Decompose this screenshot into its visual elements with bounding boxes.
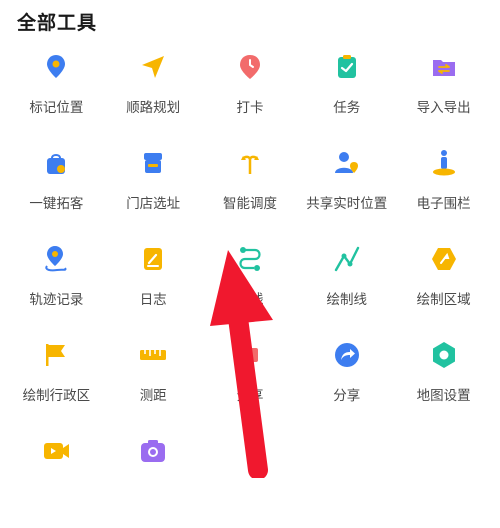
store-icon bbox=[144, 153, 163, 173]
tool-label: 电子围栏 bbox=[416, 196, 471, 212]
tool-label: 绘制线 bbox=[326, 292, 368, 308]
tool-smart-dispatch[interactable]: 智能调度 bbox=[202, 144, 299, 240]
tool-map-settings[interactable]: 地图设置 bbox=[395, 336, 492, 432]
tool-draw-area[interactable]: 绘制区域 bbox=[395, 240, 492, 336]
tool-label: 绘制区域 bbox=[416, 292, 471, 308]
tool-share-realtime-location[interactable]: 共享实时位置 bbox=[298, 144, 395, 240]
tool-acquire-customers[interactable]: 一键拓客 bbox=[8, 144, 105, 240]
tool-route[interactable]: 路线 bbox=[202, 240, 299, 336]
tools-grid: 标记位置 顺路规划 打卡 任务 导入导出 一键拓客 门店选址 智能调度 共享实时… bbox=[8, 48, 492, 528]
task-clipboard-icon bbox=[337, 55, 356, 78]
tool-label: 路线 bbox=[236, 292, 264, 308]
tool-track-record[interactable]: 轨迹记录 bbox=[8, 240, 105, 336]
tool-label: 打卡 bbox=[236, 100, 264, 116]
location-pin-icon bbox=[47, 55, 66, 78]
track-pin-icon bbox=[45, 246, 67, 272]
ruler-icon bbox=[140, 350, 167, 360]
tool-mark-location[interactable]: 标记位置 bbox=[8, 48, 105, 144]
tool-label: 任务 bbox=[333, 100, 361, 116]
map-settings-icon bbox=[432, 342, 455, 368]
tool-label: 智能调度 bbox=[222, 196, 277, 212]
tool-camera[interactable] bbox=[105, 432, 202, 528]
tool-label: 标记位置 bbox=[29, 100, 84, 116]
tool-check-in[interactable]: 打卡 bbox=[202, 48, 299, 144]
dispatch-arrows-icon bbox=[240, 155, 259, 174]
tool-share-partial[interactable]: 分享 bbox=[202, 336, 299, 432]
tool-label: 顺路规划 bbox=[126, 100, 181, 116]
tool-label: 分享 bbox=[333, 388, 361, 404]
draw-line-icon bbox=[334, 246, 359, 272]
log-book-icon bbox=[144, 248, 163, 270]
navigation-arrow-icon bbox=[142, 56, 165, 78]
camera-icon bbox=[141, 440, 166, 462]
share-icon bbox=[249, 348, 258, 362]
tool-draw-line[interactable]: 绘制线 bbox=[298, 240, 395, 336]
tool-label: 轨迹记录 bbox=[29, 292, 84, 308]
tool-label: 一键拓客 bbox=[29, 196, 84, 212]
page-title: 全部工具 bbox=[17, 12, 98, 34]
tool-log[interactable]: 日志 bbox=[105, 240, 202, 336]
clock-pin-icon bbox=[239, 55, 260, 79]
share-arrow-icon bbox=[334, 343, 359, 367]
tool-label: 共享实时位置 bbox=[306, 196, 388, 212]
shopping-bag-icon bbox=[47, 154, 66, 174]
tool-label: 测距 bbox=[139, 388, 167, 404]
share-location-user-icon bbox=[334, 152, 358, 173]
tool-label: 地图设置 bbox=[416, 388, 471, 404]
tool-label: 门店选址 bbox=[126, 196, 181, 212]
tool-geofence[interactable]: 电子围栏 bbox=[395, 144, 492, 240]
geofence-person-icon bbox=[432, 150, 455, 176]
tool-label: 分享 bbox=[236, 388, 264, 404]
flag-icon bbox=[46, 344, 66, 366]
video-camera-icon bbox=[44, 443, 70, 459]
import-export-folder-icon bbox=[432, 60, 455, 76]
tool-import-export[interactable]: 导入导出 bbox=[395, 48, 492, 144]
tool-label: 绘制行政区 bbox=[22, 388, 91, 404]
tool-label: 日志 bbox=[139, 292, 167, 308]
tool-share[interactable]: 分享 bbox=[298, 336, 395, 432]
tool-route-planning[interactable]: 顺路规划 bbox=[105, 48, 202, 144]
tool-draw-district[interactable]: 绘制行政区 bbox=[8, 336, 105, 432]
tool-label: 导入导出 bbox=[416, 100, 471, 116]
tool-measure-distance[interactable]: 测距 bbox=[105, 336, 202, 432]
tool-video[interactable] bbox=[8, 432, 105, 528]
route-icon bbox=[239, 247, 261, 271]
tool-store-site-selection[interactable]: 门店选址 bbox=[105, 144, 202, 240]
draw-area-icon bbox=[431, 248, 456, 270]
tool-task[interactable]: 任务 bbox=[298, 48, 395, 144]
